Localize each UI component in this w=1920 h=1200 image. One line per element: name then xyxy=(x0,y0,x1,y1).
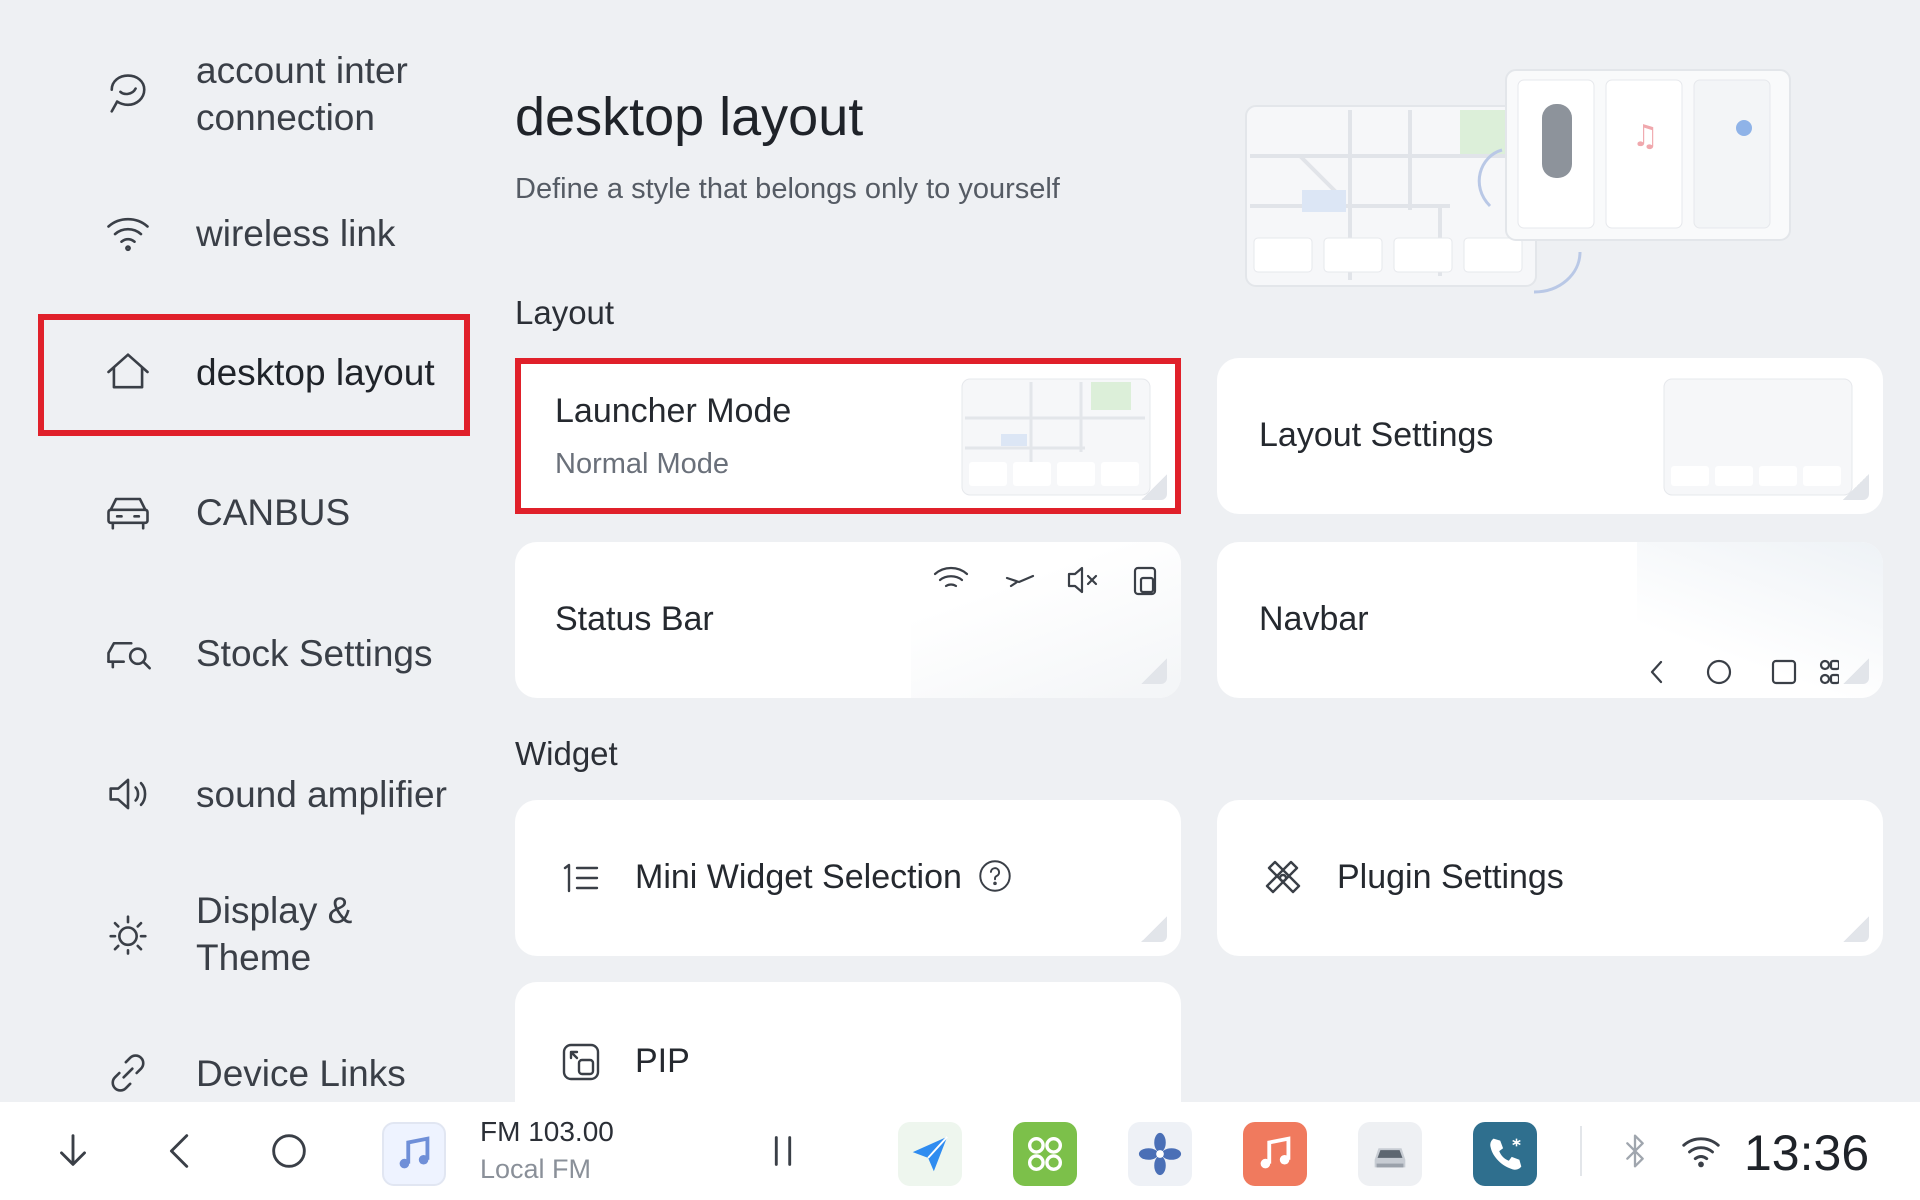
car-icon xyxy=(96,480,160,544)
plugin-settings-title: Plugin Settings xyxy=(1337,858,1564,896)
sidebar-item-account-inter-connection[interactable]: account inter connection xyxy=(40,46,468,142)
bluetooth-icon xyxy=(1610,1126,1660,1176)
collapse-down-icon[interactable] xyxy=(48,1126,98,1176)
car-settings-icon[interactable] xyxy=(1358,1122,1422,1186)
page-subtitle: Define a style that belongs only to your… xyxy=(515,173,1060,205)
pip-icon xyxy=(559,1040,603,1084)
sidebar-item-label: Display & Theme xyxy=(196,890,353,978)
plugin-icon xyxy=(1261,856,1305,900)
nav-icons-preview xyxy=(1639,654,1841,690)
fan-icon[interactable] xyxy=(1128,1122,1192,1186)
music-icon[interactable] xyxy=(1243,1122,1307,1186)
sidebar-item-wireless-link[interactable]: wireless link xyxy=(40,203,468,263)
pip-card[interactable]: PIP xyxy=(515,982,1181,1102)
media-subtitle: Local FM xyxy=(480,1154,592,1184)
sidebar-item-desktop-layout[interactable]: desktop layout xyxy=(40,324,468,420)
navbar-title: Navbar xyxy=(1259,600,1369,638)
page-title: desktop layout xyxy=(515,87,864,147)
clock: 13:36 xyxy=(1744,1125,1870,1181)
sidebar: account inter connection wireless link d… xyxy=(0,0,480,1100)
launcher-mode-value: Normal Mode xyxy=(555,448,730,480)
launcher-mode-card[interactable]: Launcher Mode Normal Mode xyxy=(515,358,1181,514)
layout-settings-card[interactable]: Layout Settings xyxy=(1217,358,1883,514)
sidebar-item-canbus[interactable]: CANBUS xyxy=(40,482,468,542)
sidebar-item-stock-settings[interactable]: Stock Settings xyxy=(40,605,468,701)
phone-icon[interactable] xyxy=(1473,1122,1537,1186)
section-title-widget: Widget xyxy=(515,735,618,772)
card-corner-marker xyxy=(1141,916,1167,942)
launcher-mode-title: Launcher Mode xyxy=(555,392,792,430)
divider xyxy=(860,1126,862,1176)
navbar-card[interactable]: Navbar xyxy=(1217,542,1883,698)
back-icon[interactable] xyxy=(156,1126,206,1176)
section-title-layout: Layout xyxy=(515,294,615,331)
divider xyxy=(1580,1126,1582,1176)
pause-icon[interactable] xyxy=(758,1126,808,1176)
sun-icon xyxy=(96,902,160,966)
mini-widget-selection-title: Mini Widget Selection xyxy=(635,858,962,896)
wifi-status-icon xyxy=(1676,1126,1726,1176)
apps-grid-icon[interactable] xyxy=(1013,1122,1077,1186)
mini-widget-selection-card[interactable]: Mini Widget Selection xyxy=(515,800,1181,956)
status-bar-title: Status Bar xyxy=(555,600,714,638)
svg-text:♫: ♫ xyxy=(1632,119,1659,154)
numbered-list-icon xyxy=(559,856,603,900)
plugin-settings-card[interactable]: Plugin Settings xyxy=(1217,800,1883,956)
sidebar-item-display-theme[interactable]: Display & Theme xyxy=(40,886,468,982)
sidebar-item-label: CANBUS xyxy=(196,491,351,533)
sidebar-item-label: desktop layout xyxy=(196,351,435,393)
layout-settings-title: Layout Settings xyxy=(1259,416,1494,454)
taskbar: FM 103.00 Local FM 13:36 xyxy=(0,1102,1920,1200)
launcher-mode-preview xyxy=(961,378,1151,496)
card-corner-marker xyxy=(1843,658,1869,684)
card-corner-marker xyxy=(1843,916,1869,942)
home-circle-icon[interactable] xyxy=(264,1126,314,1176)
status-icons-preview xyxy=(925,556,1165,604)
status-bar-card[interactable]: Status Bar xyxy=(515,542,1181,698)
sidebar-item-label: Stock Settings xyxy=(196,632,433,674)
card-corner-marker xyxy=(1141,658,1167,684)
layout-settings-preview xyxy=(1663,378,1853,496)
media-title: FM 103.00 xyxy=(480,1116,614,1147)
home-icon xyxy=(96,340,160,404)
account-link-icon xyxy=(96,62,160,126)
help-icon[interactable] xyxy=(977,858,1013,894)
navigation-icon[interactable] xyxy=(898,1122,962,1186)
sidebar-item-label: account inter connection xyxy=(196,50,408,138)
car-wrench-icon xyxy=(96,621,160,685)
pip-title: PIP xyxy=(635,1042,690,1080)
sidebar-item-device-links[interactable]: Device Links xyxy=(40,1043,468,1103)
speaker-icon xyxy=(96,762,160,826)
sidebar-item-label: wireless link xyxy=(196,212,396,254)
layout-illustration: ♫ xyxy=(1240,66,1800,306)
wifi-icon xyxy=(96,201,160,265)
media-music-icon[interactable] xyxy=(382,1122,446,1186)
sidebar-item-sound-amplifier[interactable]: sound amplifier xyxy=(40,746,468,842)
sidebar-item-label: Device Links xyxy=(196,1052,406,1094)
card-corner-marker xyxy=(1141,474,1167,500)
sidebar-item-label: sound amplifier xyxy=(196,773,447,815)
card-corner-marker xyxy=(1843,474,1869,500)
link-icon xyxy=(96,1041,160,1105)
